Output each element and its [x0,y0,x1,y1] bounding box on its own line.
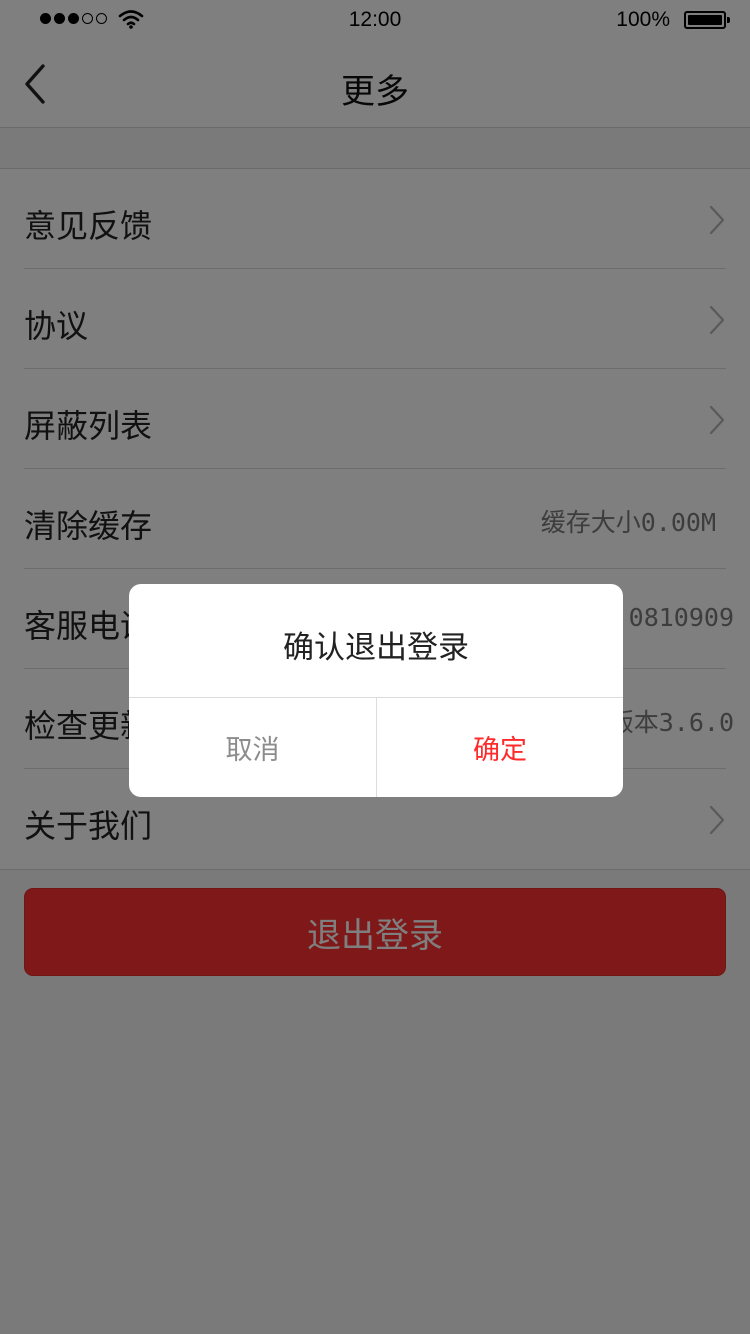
cancel-button[interactable]: 取消 [129,698,376,797]
logout-confirm-dialog: 确认退出登录 取消 确定 [129,584,623,797]
confirm-button[interactable]: 确定 [377,698,623,797]
dialog-title: 确认退出登录 [283,630,469,666]
